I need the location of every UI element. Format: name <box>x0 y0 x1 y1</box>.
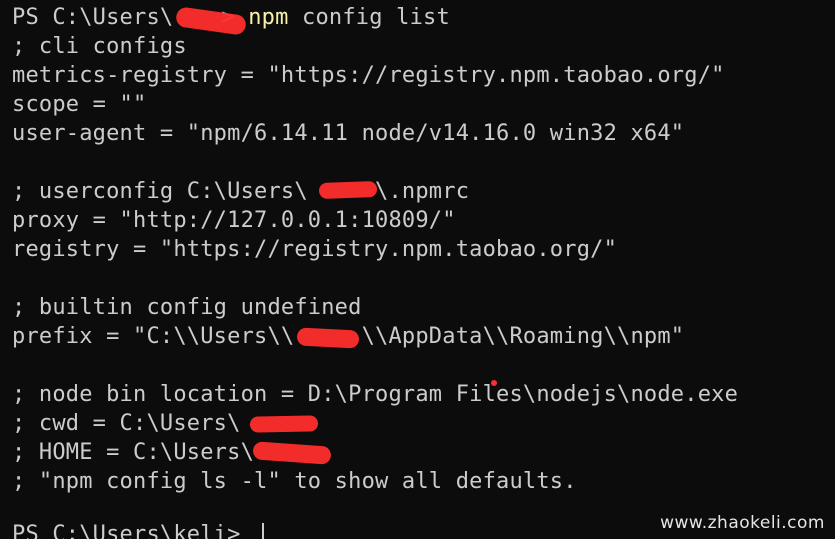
output-line: ; HOME = C:\Users\ <box>12 440 255 465</box>
text-cursor <box>262 523 265 539</box>
watermark: www.zhaokeli.com <box>660 513 825 533</box>
output-line: ; node bin location = D:\Program Files\n… <box>12 382 739 407</box>
output-line: proxy = "http://127.0.0.1:10809/" <box>12 208 456 233</box>
output-line: ; cli configs <box>12 34 187 59</box>
output-line: ; userconfig C:\Users\ \.npmrc <box>12 179 470 204</box>
command-executable: npm <box>248 5 289 30</box>
command-arguments: config list <box>288 5 450 30</box>
redaction-mark <box>252 441 332 465</box>
prompt-text: PS C:\Users\ <box>12 5 174 30</box>
redaction-dot <box>491 380 497 386</box>
output-line: metrics-registry = "https://registry.npm… <box>12 63 725 88</box>
output-line: ; cwd = C:\Users\ <box>12 411 241 436</box>
redaction-mark <box>296 327 360 349</box>
redaction-mark <box>249 415 319 433</box>
prompt-text: PS C:\Users\keli> <box>12 522 255 539</box>
output-line: ; "npm config ls -l" to show all default… <box>12 469 577 494</box>
output-line: user-agent = "npm/6.14.11 node/v14.16.0 … <box>12 121 685 146</box>
output-line: ; builtin config undefined <box>12 295 362 320</box>
terminal-window[interactable]: PS C:\Users\> npm config list ; cli conf… <box>0 0 835 539</box>
prompt-line[interactable]: PS C:\Users\keli> <box>12 520 265 539</box>
output-line: scope = "" <box>12 92 147 117</box>
output-line: registry = "https://registry.npm.taobao.… <box>12 237 618 262</box>
redaction-mark <box>318 180 378 200</box>
